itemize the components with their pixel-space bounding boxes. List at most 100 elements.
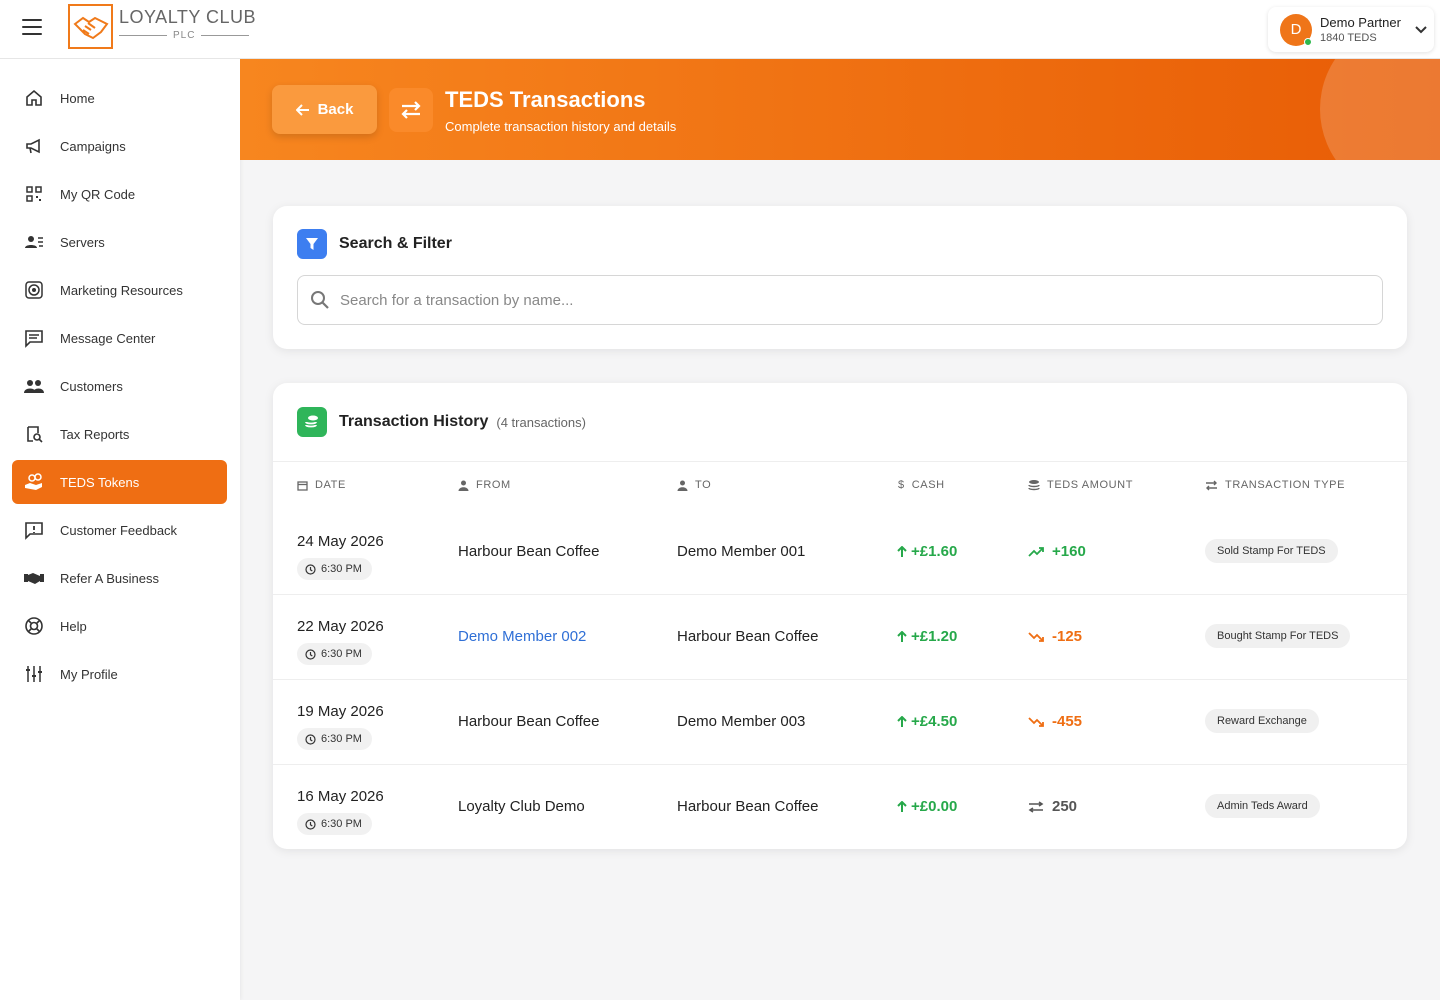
sidebar-item-label: TEDS Tokens [60, 474, 140, 490]
transaction-date: 22 May 2026 [297, 618, 384, 635]
column-header-to[interactable]: TO [677, 479, 711, 491]
dollar-icon: $ [898, 479, 905, 491]
search-filter-title: Search & Filter [339, 235, 452, 252]
sidebar-item-refer-a-business[interactable]: Refer A Business [12, 556, 227, 600]
transaction-date: 24 May 2026 [297, 533, 384, 550]
user-icon [677, 480, 688, 491]
transaction-cash: +£1.60 [897, 543, 957, 560]
logo[interactable]: LOYALTY CLUB PLC [68, 4, 256, 49]
search-field[interactable] [297, 275, 1383, 325]
transaction-cash: +£0.00 [897, 798, 957, 815]
sidebar-item-label: Home [60, 90, 95, 106]
handshake-icon [24, 573, 44, 584]
transaction-type-badge: Admin Teds Award [1205, 794, 1320, 818]
handshake-logo-icon [68, 4, 113, 49]
column-header-from[interactable]: FROM [458, 479, 511, 491]
arrow-up-icon [897, 715, 907, 727]
megaphone-icon [26, 138, 40, 154]
clock-icon [305, 818, 316, 830]
user-name: Demo Partner [1320, 15, 1401, 30]
users-icon [24, 380, 44, 393]
user-menu[interactable]: D Demo Partner 1840 TEDS [1268, 7, 1434, 52]
table-row[interactable]: 24 May 2026 6:30 PM Harbour Bean Coffee … [273, 510, 1407, 595]
time-badge: 6:30 PM [297, 728, 372, 750]
message-icon [25, 330, 43, 348]
back-button-label: Back [317, 101, 354, 118]
calendar-icon [297, 480, 308, 491]
transaction-cash: +£4.50 [897, 713, 957, 730]
sidebar-item-message-center[interactable]: Message Center [12, 316, 227, 360]
transfer-icon [1028, 800, 1044, 813]
trend-up-icon [1028, 546, 1044, 557]
transaction-from-link[interactable]: Demo Member 002 [458, 628, 586, 645]
sidebar-item-campaigns[interactable]: Campaigns [12, 124, 227, 168]
avatar: D [1280, 13, 1312, 46]
transaction-history-card: Transaction History (4 transactions) DAT… [273, 383, 1407, 849]
table-row[interactable]: 22 May 2026 6:30 PM Demo Member 002 Harb… [273, 595, 1407, 680]
menu-icon[interactable] [22, 19, 42, 35]
coins-icon [297, 407, 327, 437]
transaction-to: Harbour Bean Coffee [677, 628, 819, 645]
transaction-to: Demo Member 001 [677, 543, 806, 560]
user-list-icon [25, 236, 43, 248]
sidebar: Home Campaigns My QR Code Servers Market… [0, 59, 240, 1000]
table-row[interactable]: 19 May 2026 6:30 PM Harbour Bean Coffee … [273, 680, 1407, 765]
transaction-teds-amount: -455 [1028, 713, 1082, 730]
feedback-icon [25, 522, 43, 540]
arrow-up-icon [897, 545, 907, 557]
sidebar-item-label: Message Center [60, 330, 156, 346]
trend-down-icon [1028, 631, 1044, 642]
back-button[interactable]: Back [272, 85, 377, 134]
sidebar-item-teds-tokens[interactable]: TEDS Tokens [12, 460, 227, 504]
transaction-teds-amount: 250 [1028, 798, 1077, 815]
sidebar-item-qr-code[interactable]: My QR Code [12, 172, 227, 216]
transaction-from: Harbour Bean Coffee [458, 713, 600, 730]
search-input[interactable] [340, 291, 1340, 309]
column-header-cash[interactable]: $ CASH [898, 479, 945, 491]
sliders-icon [26, 666, 42, 682]
transfer-icon [389, 88, 433, 132]
arrow-up-icon [897, 630, 907, 642]
clipboard-search-icon [27, 426, 43, 443]
time-badge: 6:30 PM [297, 813, 372, 835]
chevron-down-icon [1415, 25, 1427, 33]
sidebar-item-customers[interactable]: Customers [12, 364, 227, 408]
target-icon [25, 281, 43, 299]
clock-icon [305, 648, 316, 660]
transaction-to: Demo Member 003 [677, 713, 806, 730]
search-icon [311, 291, 329, 309]
transfer-icon [1206, 480, 1217, 490]
transaction-teds-amount: -125 [1028, 628, 1082, 645]
sidebar-item-tax-reports[interactable]: Tax Reports [12, 412, 227, 456]
logo-title: LOYALTY CLUB [119, 7, 257, 27]
sidebar-item-label: Help [60, 618, 87, 634]
sidebar-item-home[interactable]: Home [12, 76, 227, 120]
sidebar-item-help[interactable]: Help [12, 604, 227, 648]
user-icon [458, 480, 469, 491]
transaction-cash: +£1.20 [897, 628, 957, 645]
column-header-date[interactable]: DATE [297, 479, 346, 491]
page-subtitle: Complete transaction history and details [445, 119, 677, 134]
sidebar-item-marketing-resources[interactable]: Marketing Resources [12, 268, 227, 312]
transaction-from: Harbour Bean Coffee [458, 543, 600, 560]
table-row[interactable]: 16 May 2026 6:30 PM Loyalty Club Demo Ha… [273, 765, 1407, 850]
column-header-teds-amount[interactable]: TEDS AMOUNT [1028, 479, 1133, 491]
clock-icon [305, 563, 316, 575]
sidebar-item-servers[interactable]: Servers [12, 220, 227, 264]
transaction-count: (4 transactions) [496, 414, 586, 430]
sidebar-item-customer-feedback[interactable]: Customer Feedback [12, 508, 227, 552]
qr-code-icon [26, 186, 42, 202]
online-status-dot [1304, 37, 1312, 46]
sidebar-item-my-profile[interactable]: My Profile [12, 652, 227, 696]
coins-hand-icon [25, 473, 42, 490]
arrow-up-icon [897, 800, 907, 812]
lifebuoy-icon [25, 617, 43, 635]
logo-subtitle: PLC [173, 30, 196, 41]
transaction-date: 19 May 2026 [297, 703, 384, 720]
time-badge: 6:30 PM [297, 643, 372, 665]
sidebar-item-label: Tax Reports [60, 426, 130, 442]
transaction-teds-amount: +160 [1028, 543, 1086, 560]
sidebar-item-label: Refer A Business [60, 570, 159, 586]
column-header-transaction-type[interactable]: TRANSACTION TYPE [1205, 479, 1345, 491]
coins-icon [1028, 480, 1040, 491]
